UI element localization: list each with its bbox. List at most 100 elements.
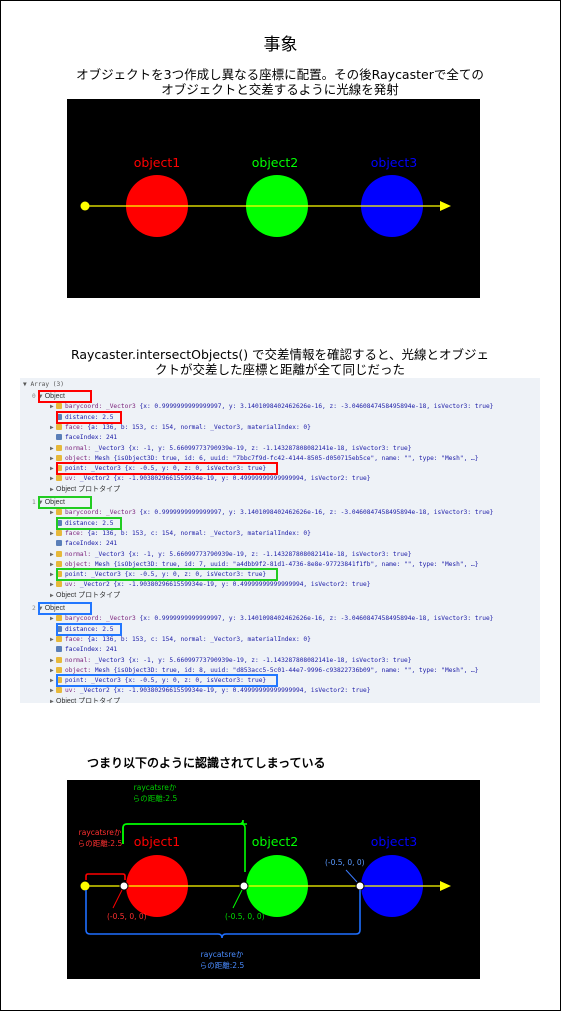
property-object-icon: [56, 509, 62, 516]
coord-blue: (-0.5, 0, 0): [325, 858, 365, 867]
prop-value: {x: 0.9999999999999997, y: 3.14010984024…: [139, 403, 494, 411]
entry-index: 0: [32, 393, 36, 400]
prop-key: normal:: [65, 656, 95, 664]
highlight-box-object: [38, 390, 92, 403]
property-object-icon: [56, 529, 62, 536]
prop-value: faceIndex: 241: [65, 434, 118, 442]
highlight-box-point: [56, 462, 278, 476]
property-object-icon: [56, 550, 62, 557]
prop-value: {x: 0.9999999999999997, y: 3.14010984024…: [139, 509, 494, 517]
devtools-console: ▼ Array (3) 0 ▼ Object ▶ barycoord: _Vector3…: [20, 378, 540, 703]
intersect-point-red: [119, 881, 129, 891]
property-object-icon: [56, 454, 62, 461]
dist-green-line1: raycatsreか: [134, 783, 177, 792]
highlight-box-object: [38, 602, 92, 615]
property-object-icon: [56, 635, 62, 642]
property-object-icon: [56, 615, 62, 622]
ray-arrowhead-bottom: [440, 881, 451, 891]
prop-value: Object プロトタイプ: [56, 591, 121, 599]
prop-key: normal:: [65, 550, 95, 558]
caption-result: Raycaster.intersectObjects() で交差情報を確認すると…: [70, 347, 490, 377]
property-object-icon: [56, 666, 62, 673]
dist-blue-line1: raycatsreか: [201, 950, 244, 959]
highlight-box-object: [38, 496, 92, 509]
prop-uv[interactable]: ▶ uv: _Vector2 {x: -1.9038029661559934e-1…: [50, 686, 370, 695]
prop-faceIndex: faceIndex: 241: [50, 539, 117, 548]
prop-key: face:: [65, 423, 88, 431]
highlight-box-distance: [56, 410, 122, 424]
prop-key: barycoord: _Vector3: [65, 509, 140, 517]
prop-key: uv:: [65, 475, 80, 483]
prop-key: face:: [65, 635, 88, 643]
prop-uv[interactable]: ▶ uv: _Vector2 {x: -1.9038029661559934e-1…: [50, 580, 370, 589]
highlight-box-point: [56, 568, 278, 582]
highlight-box-point: [56, 674, 278, 688]
object3-label: object3: [371, 155, 417, 170]
intersect-point-green: [239, 881, 249, 891]
prop-value: Object プロトタイプ: [56, 697, 121, 703]
scene-bottom-svg: raycatsreか らの距離:2.5 raycatsreか らの距離:2.5 …: [78, 783, 451, 970]
prop-proto[interactable]: ▶ Object プロトタイプ: [50, 697, 120, 703]
prop-faceIndex: faceIndex: 241: [50, 433, 117, 442]
prop-key: barycoord: _Vector3: [65, 615, 140, 623]
property-number-icon: [56, 434, 62, 441]
prop-faceIndex: faceIndex: 241: [50, 645, 117, 654]
property-object-icon: [56, 656, 62, 663]
scene-bottom: raycatsreか らの距離:2.5 raycatsreか らの距離:2.5 …: [67, 780, 480, 979]
prop-value: _Vector3 {x: -1, y: 5.66099773790939e-19…: [94, 550, 412, 558]
dist-blue-line2: らの距離:2.5: [200, 960, 245, 970]
page-title: 事象: [263, 35, 298, 55]
prop-proto[interactable]: ▶ Object プロトタイプ: [50, 485, 120, 494]
property-number-icon: [56, 646, 62, 653]
coord-red: (-0.5, 0, 0): [107, 912, 147, 921]
prop-key: face:: [65, 529, 88, 537]
raycaster-origin: [80, 201, 90, 211]
prop-normal[interactable]: ▶ normal: _Vector3 {x: -1, y: 5.660997737…: [50, 444, 411, 453]
object2-label: object2: [252, 155, 298, 170]
property-object-icon: [56, 475, 62, 482]
prop-value: _Vector2 {x: -1.9038029661559934e-19, y:…: [79, 475, 371, 483]
red-distance-brace: [85, 873, 126, 880]
prop-proto[interactable]: ▶ Object プロトタイプ: [50, 591, 120, 600]
dist-red-line2: らの距離:2.5: [78, 838, 123, 848]
red-coord-leader: [112, 889, 123, 909]
highlight-box-distance: [56, 516, 122, 530]
raycaster-origin-bottom: [80, 881, 90, 891]
prop-key: barycoord: _Vector3: [65, 403, 140, 411]
prop-value: {a: 136, b: 153, c: 154, normal: _Vector…: [87, 529, 311, 537]
prop-uv[interactable]: ▶ uv: _Vector2 {x: -1.9038029661559934e-1…: [50, 474, 370, 483]
prop-key: object:: [65, 454, 95, 462]
prop-key: object:: [65, 560, 95, 568]
prop-face[interactable]: ▶ face: {a: 136, b: 153, c: 154, normal: …: [50, 529, 311, 538]
prop-value: _Vector2 {x: -1.9038029661559934e-19, y:…: [79, 687, 371, 695]
property-object-icon: [56, 423, 62, 430]
dist-green-line2: らの距離:2.5: [133, 793, 178, 803]
prop-value: Mesh {isObject3D: true, id: 8, uuid: "d8…: [94, 666, 479, 674]
prop-value: {a: 136, b: 153, c: 154, normal: _Vector…: [87, 635, 311, 643]
green-coord-leader: [232, 889, 243, 909]
prop-face[interactable]: ▶ face: {a: 136, b: 153, c: 154, normal: …: [50, 423, 311, 432]
intersect-point-blue: [355, 881, 365, 891]
prop-key: normal:: [65, 444, 95, 452]
caption-setup: オブジェクトを3つ作成し異なる座標に配置。その後Raycasterで全ての オブ…: [76, 67, 484, 97]
property-object-icon: [56, 687, 62, 694]
entry-index: 2: [32, 605, 36, 612]
array-header[interactable]: ▼ Array (3): [23, 380, 64, 389]
prop-normal[interactable]: ▶ normal: _Vector3 {x: -1, y: 5.660997737…: [50, 550, 411, 559]
prop-value: faceIndex: 241: [65, 646, 118, 654]
prop-value: _Vector3 {x: -1, y: 5.66099773790939e-19…: [94, 656, 412, 664]
ray-arrowhead: [440, 201, 451, 211]
prop-value: {x: 0.9999999999999997, y: 3.14010984024…: [139, 615, 494, 623]
property-object-icon: [56, 581, 62, 588]
property-number-icon: [56, 540, 62, 547]
prop-normal[interactable]: ▶ normal: _Vector3 {x: -1, y: 5.660997737…: [50, 656, 411, 665]
prop-key: uv:: [65, 687, 80, 695]
prop-value: Mesh {isObject3D: true, id: 6, uuid: "7b…: [94, 454, 479, 462]
prop-face[interactable]: ▶ face: {a: 136, b: 153, c: 154, normal: …: [50, 635, 311, 644]
prop-key: object:: [65, 666, 95, 674]
entry-index: 1: [32, 499, 36, 506]
blue-coord-leader: [345, 869, 358, 883]
object1-label-bottom: object1: [134, 834, 180, 849]
object2-label-bottom: object2: [252, 834, 298, 849]
prop-value: Mesh {isObject3D: true, id: 7, uuid: "a4…: [94, 560, 479, 568]
